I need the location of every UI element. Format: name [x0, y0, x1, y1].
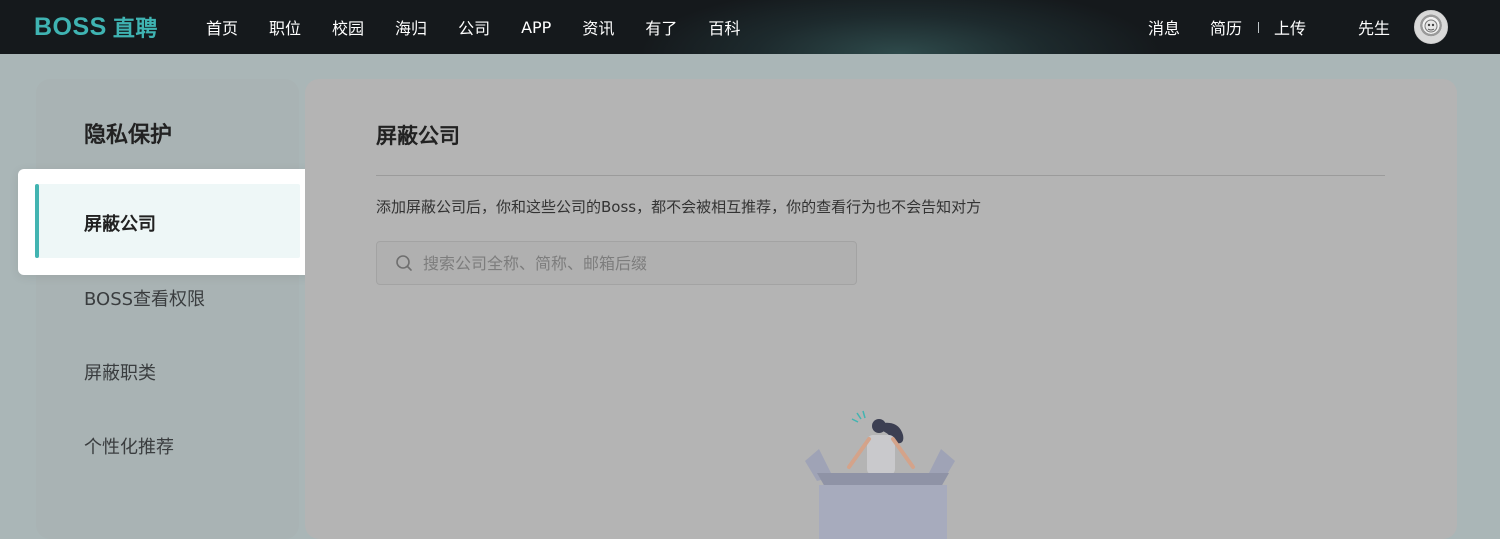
boss-logo[interactable]: BOSS 直聘	[34, 10, 158, 44]
messages-link[interactable]: 消息	[1148, 15, 1180, 39]
logo-text: BOSS	[34, 12, 107, 41]
top-navigation-bar: BOSS 直聘 首页 职位 校园 海归 公司 APP 资讯 有了 百科 消息 简…	[0, 0, 1500, 54]
page-description: 添加屏蔽公司后，你和这些公司的Boss，都不会被相互推荐，你的查看行为也不会告知…	[376, 198, 982, 216]
active-indicator	[35, 184, 39, 258]
sidebar-item-label: 屏蔽公司	[84, 214, 156, 235]
nav-separator	[1257, 21, 1259, 33]
page-title: 屏蔽公司	[376, 124, 460, 148]
sidebar-title: 隐私保护	[84, 123, 173, 148]
search-icon	[396, 255, 412, 271]
avatar-face-icon	[1424, 19, 1438, 33]
nav-item-home[interactable]: 首页	[206, 15, 238, 39]
nav-item-jobs[interactable]: 职位	[269, 15, 301, 39]
nav-item-campus[interactable]: 校园	[332, 15, 364, 39]
resume-link[interactable]: 简历	[1210, 15, 1242, 39]
logo-cn-text: 直聘	[112, 17, 158, 42]
avatar[interactable]	[1414, 10, 1448, 44]
nav-item-news[interactable]: 资讯	[582, 15, 614, 39]
main-content: 屏蔽公司 添加屏蔽公司后，你和这些公司的Boss，都不会被相互推荐，你的查看行为…	[305, 79, 1457, 539]
sidebar-item-boss-view-permission[interactable]: BOSS查看权限	[84, 285, 205, 311]
user-name[interactable]: 先生	[1358, 15, 1390, 39]
company-search-input[interactable]	[423, 243, 856, 283]
upload-link[interactable]: 上传	[1274, 15, 1306, 39]
sidebar-item-block-job-category[interactable]: 屏蔽职类	[84, 359, 156, 385]
nav-item-youle[interactable]: 有了	[645, 15, 677, 39]
nav-item-company[interactable]: 公司	[458, 15, 490, 39]
main-nav: 首页 职位 校园 海归 公司 APP 资讯 有了 百科	[190, 0, 755, 54]
company-search-box[interactable]	[376, 241, 857, 285]
active-item-background	[35, 184, 300, 258]
nav-item-wiki[interactable]: 百科	[708, 15, 740, 39]
sidebar-item-personalized-recommendation[interactable]: 个性化推荐	[84, 433, 174, 459]
title-divider	[376, 175, 1385, 176]
nav-item-overseas[interactable]: 海归	[395, 15, 427, 39]
nav-item-app[interactable]: APP	[521, 18, 551, 37]
user-nav: 消息 简历 上传 先生	[1148, 0, 1500, 54]
privacy-sidebar: 隐私保护 BOSS查看权限 屏蔽职类 个性化推荐	[36, 79, 299, 539]
sidebar-item-block-company[interactable]: 屏蔽公司	[18, 169, 315, 275]
